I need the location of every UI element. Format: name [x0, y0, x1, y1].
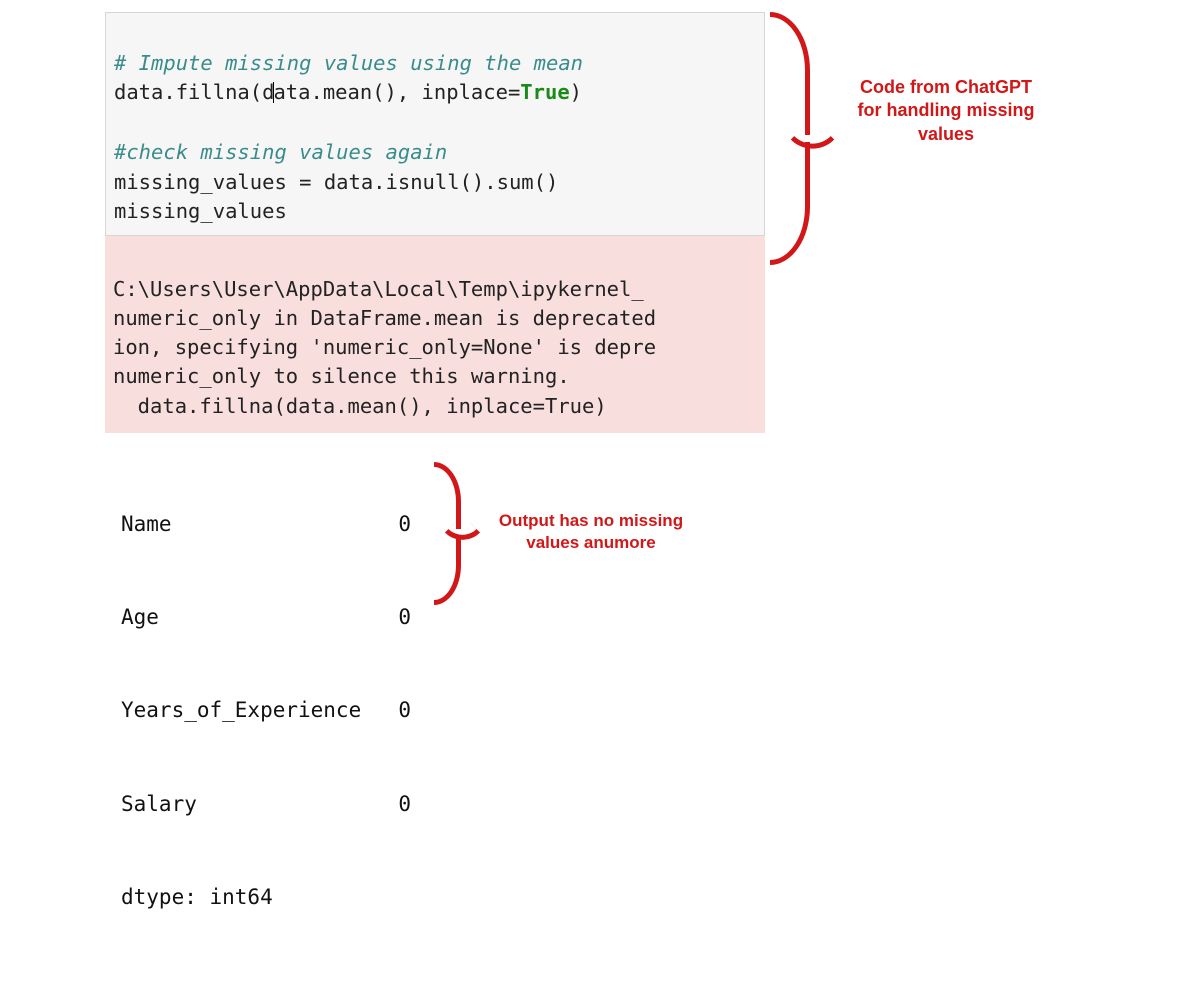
- output-value: 0: [381, 602, 411, 633]
- output-row: Salary 0: [121, 789, 755, 820]
- output-row: Years_of_Experience 0: [121, 695, 755, 726]
- annotation-line: for handling missing: [846, 99, 1046, 122]
- warning-line: numeric_only in DataFrame.mean is deprec…: [113, 306, 656, 330]
- warning-line: numeric_only to silence this warning.: [113, 364, 570, 388]
- annotation-line: values: [846, 123, 1046, 146]
- code-line: missing_values = data.isnull().sum(): [114, 170, 558, 194]
- output-key: Name: [121, 509, 381, 540]
- annotation-top: Code from ChatGPT for handling missing v…: [846, 76, 1046, 146]
- output-key: Years_of_Experience: [121, 695, 381, 726]
- warning-line: data.fillna(data.mean(), inplace=True): [113, 394, 607, 418]
- warning-output: C:\Users\User\AppData\Local\Temp\ipykern…: [105, 236, 765, 433]
- warning-line: ion, specifying 'numeric_only=None' is d…: [113, 335, 656, 359]
- annotation-line: Output has no missing: [486, 510, 696, 532]
- annotation-bottom: Output has no missing values anumore: [486, 510, 696, 554]
- output-row: Age 0: [121, 602, 755, 633]
- output-value: 0: [381, 509, 411, 540]
- output-value: 0: [381, 695, 411, 726]
- annotation-line: values anumore: [486, 532, 696, 554]
- code-cell[interactable]: # Impute missing values using the mean d…: [105, 12, 765, 236]
- code-comment: #check missing values again: [114, 140, 447, 164]
- warning-line: C:\Users\User\AppData\Local\Temp\ipykern…: [113, 277, 644, 301]
- code-line: missing_values: [114, 199, 287, 223]
- code-line: data.fillna(data.mean(), inplace=True): [114, 80, 582, 104]
- brace-icon: [770, 12, 830, 260]
- output-dtype: dtype: int64: [121, 882, 755, 913]
- output-key: Salary: [121, 789, 381, 820]
- output-key: Age: [121, 602, 381, 633]
- annotation-line: Code from ChatGPT: [846, 76, 1046, 99]
- output-value: 0: [381, 789, 411, 820]
- code-comment: # Impute missing values using the mean: [114, 51, 583, 75]
